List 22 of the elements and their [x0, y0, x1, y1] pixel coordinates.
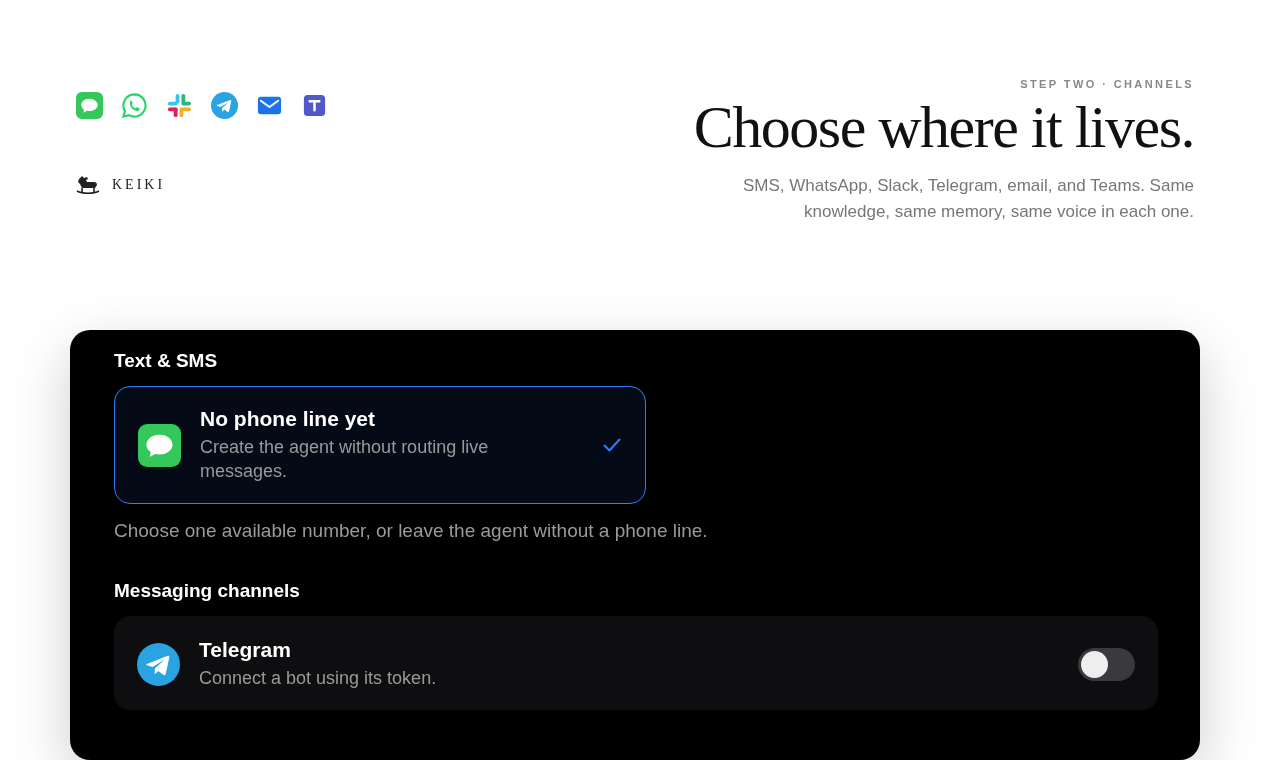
rocking-horse-icon — [76, 175, 100, 195]
slack-icon — [166, 92, 193, 119]
option-description: Create the agent without routing live messages. — [200, 436, 490, 483]
option-title: No phone line yet — [200, 407, 376, 431]
page-subtitle: SMS, WhatsApp, Slack, Telegram, email, and Teams. Same knowledge, same memory, same voice in each one. — [742, 175, 1194, 223]
teams-icon — [301, 92, 328, 119]
whatsapp-icon — [121, 92, 148, 119]
option-card[interactable]: No phone line yet Create the agent without routing live messages. — [114, 386, 646, 504]
paper-plane-icon — [211, 92, 238, 119]
section-heading: Text & SMS — [114, 350, 219, 372]
channel-description: Connect a bot using its token. — [199, 667, 438, 690]
step-label: STEP TWO · CHANNELS — [1020, 78, 1194, 90]
page-title: Choose where it lives. — [693, 96, 1194, 159]
check-icon — [603, 438, 621, 452]
paper-plane-icon — [137, 642, 180, 686]
channel-title: Telegram — [199, 638, 292, 662]
brand-name: KEIKI — [112, 177, 166, 193]
toggle-switch[interactable] — [1078, 647, 1135, 681]
messages-icon — [138, 423, 181, 467]
messages-icon — [76, 92, 103, 119]
help-text: Choose one available number, or leave the agent without a phone line. — [114, 520, 709, 542]
section-heading: Messaging channels — [114, 580, 301, 602]
